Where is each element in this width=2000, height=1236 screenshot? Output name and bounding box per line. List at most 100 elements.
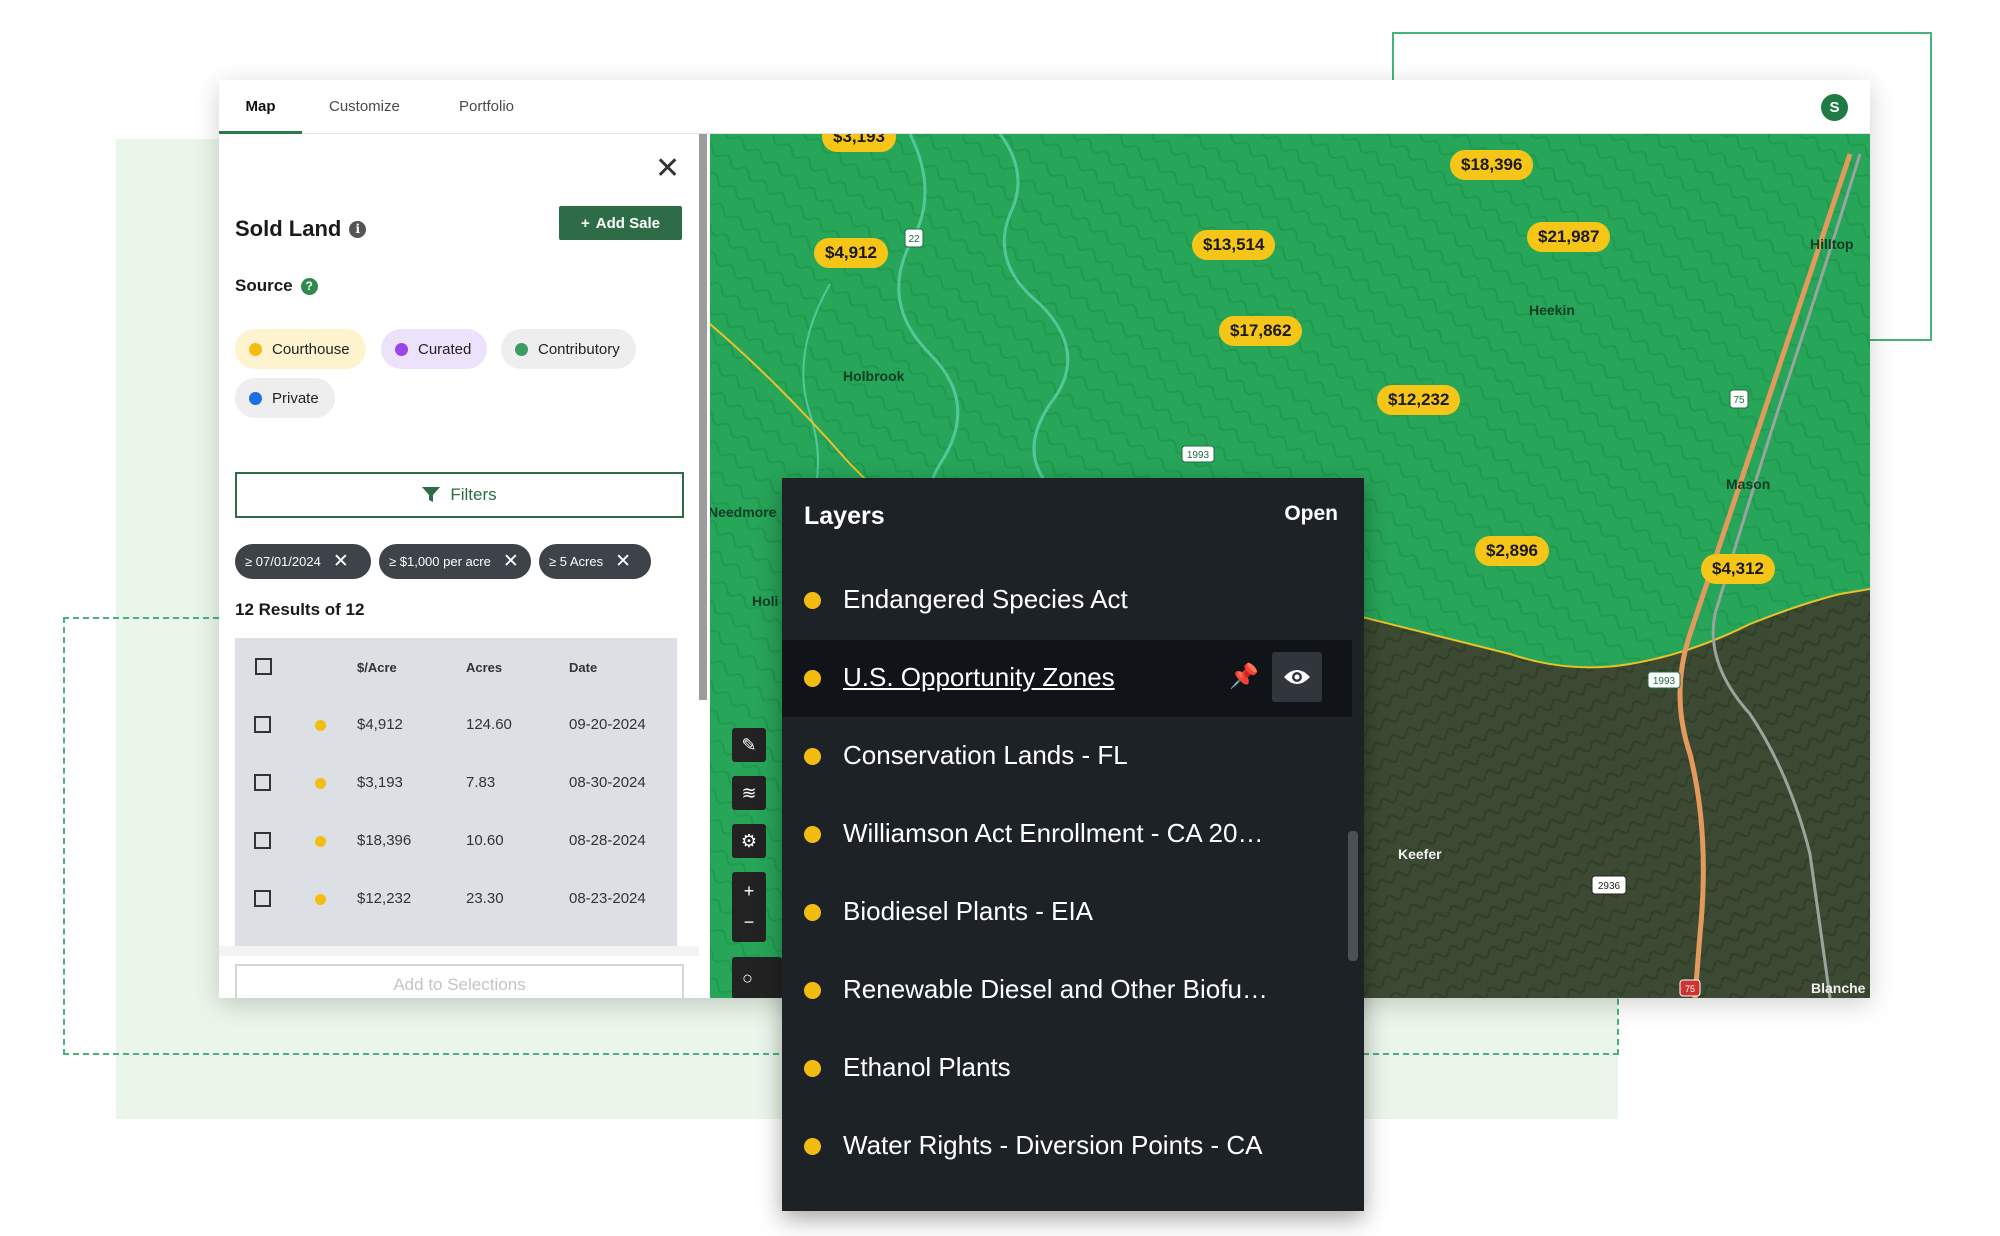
place-label: Mason [1726,476,1771,492]
layer-item[interactable]: Biodiesel Plants - EIA [782,874,1352,951]
acres-cell: 124.60 [466,716,512,733]
remove-filter-icon[interactable]: ✕ [333,552,349,571]
results-count: 12 Results of 12 [235,600,365,619]
road-label: 1993 [1187,450,1210,461]
pin-icon[interactable]: 📌 [1229,662,1259,691]
zoom-in-icon[interactable]: + [744,881,755,902]
layer-dot-icon [804,1138,821,1155]
layer-dot-icon [804,1060,821,1077]
price-marker[interactable]: $21,987 [1527,222,1611,252]
place-label: Heekin [1529,302,1575,318]
price-marker[interactable]: $4,312 [1701,554,1775,584]
layer-label: Renewable Diesel and Other Biofu… [843,974,1268,1004]
filter-tag-acres[interactable]: ≥ 5 Acres ✕ [539,544,651,579]
layers-open-button[interactable]: Open [1284,502,1338,526]
sales-table: $/Acre Acres Date $4,912 124.60 09-20-20… [235,638,677,950]
price-marker[interactable]: $3,193 [822,134,896,152]
source-chip-curated[interactable]: Curated [381,329,488,369]
sold-land-panel: ✕ Sold Land i + Add Sale Source ? Courth… [219,134,699,998]
ruler-icon[interactable]: ✎ [732,728,766,762]
price-marker[interactable]: $12,232 [1377,385,1461,415]
help-icon[interactable]: ? [300,277,318,295]
road-label: 75 [1685,984,1695,994]
radio-toggle-icon[interactable]: ○ [732,957,782,998]
filters-button[interactable]: Filters [235,472,684,518]
add-sale-button[interactable]: + Add Sale [559,206,682,240]
filter-tag-date[interactable]: ≥ 07/01/2024 ✕ [235,544,371,579]
price-marker[interactable]: $13,514 [1192,230,1276,260]
column-header: $/Acre [357,660,397,675]
select-all-checkbox[interactable] [255,658,272,675]
contributory-dot-icon [515,342,528,356]
gear-icon[interactable]: ⚙ [732,824,766,858]
road-label: 22 [908,234,920,245]
source-heading: Source ? [235,276,318,296]
avatar[interactable]: S [1821,94,1848,121]
row-checkbox[interactable] [254,716,271,733]
info-icon[interactable]: i [349,220,367,238]
tab-map[interactable]: Map [219,80,302,134]
remove-filter-icon[interactable]: ✕ [503,552,519,571]
layer-dot-icon [804,670,821,687]
panel-scrollbar[interactable] [699,134,707,700]
layer-item[interactable]: Endangered Species Act [782,562,1352,639]
row-checkbox[interactable] [254,832,271,849]
zoom-control: + − [732,872,766,942]
plus-icon: + [581,214,590,232]
source-chip-courthouse[interactable]: Courthouse [235,329,366,369]
add-to-selections-button[interactable]: Add to Selections [235,964,684,998]
price-marker[interactable]: $2,896 [1475,536,1549,566]
layers-icon[interactable]: ≋ [732,776,766,810]
price-cell: $18,396 [357,832,412,849]
panel-title: Sold Land [235,216,342,241]
price-marker[interactable]: $17,862 [1219,316,1303,346]
place-label: Holi [752,593,779,609]
price-marker[interactable]: $4,912 [814,238,888,268]
filter-tag-label: ≥ $1,000 per acre [389,554,491,569]
layer-item[interactable]: Williamson Act Enrollment - CA 20… [782,796,1352,873]
source-chip-private[interactable]: Private [235,378,335,418]
table-header: $/Acre Acres Date [235,638,677,696]
place-label: Needmore [710,504,777,520]
layer-item[interactable]: Ethanol Plants [782,1030,1352,1107]
date-cell: 08-28-2024 [569,832,646,849]
remove-filter-icon[interactable]: ✕ [615,552,631,571]
close-icon[interactable]: ✕ [655,154,680,184]
table-row[interactable]: $12,232 23.30 08-23-2024 [235,870,677,928]
layer-item-highlighted[interactable]: U.S. Opportunity Zones 📌 [782,640,1352,717]
row-checkbox[interactable] [254,890,271,907]
filter-icon [422,487,441,502]
filter-tag-label: ≥ 5 Acres [549,554,604,569]
layers-scrollbar[interactable] [1348,831,1358,961]
layer-item[interactable]: Water Rights - Diversion Points - CA [782,1108,1352,1185]
top-nav: Map Customize Portfolio S [219,80,1870,134]
layers-title: Layers [804,502,885,530]
date-cell: 08-23-2024 [569,890,646,907]
tab-portfolio[interactable]: Portfolio [459,80,514,134]
price-cell: $12,232 [357,890,412,907]
column-header: Date [569,660,598,675]
table-row[interactable]: $4,912 124.60 09-20-2024 [235,696,677,754]
layer-item[interactable]: Renewable Diesel and Other Biofu… [782,952,1352,1029]
price-marker[interactable]: $18,396 [1450,150,1534,180]
tab-customize[interactable]: Customize [329,80,400,134]
eye-icon[interactable] [1272,652,1322,702]
filter-tag-price[interactable]: ≥ $1,000 per acre ✕ [379,544,531,579]
zoom-out-icon[interactable]: − [744,912,755,933]
layer-item[interactable]: Conservation Lands - FL [782,718,1352,795]
courthouse-dot-icon [315,836,326,847]
chip-label: Contributory [538,340,620,358]
row-checkbox[interactable] [254,774,271,791]
place-label: Blanche [1811,980,1866,996]
road-label: 2936 [1598,881,1621,892]
curated-dot-icon [395,342,408,356]
filter-tag-label: ≥ 07/01/2024 [245,554,321,569]
private-dot-icon [249,391,262,405]
courthouse-dot-icon [315,778,326,789]
table-row[interactable]: $3,193 7.83 08-30-2024 [235,754,677,812]
table-row[interactable]: $18,396 10.60 08-28-2024 [235,812,677,870]
filters-label: Filters [450,485,497,504]
acres-cell: 23.30 [466,890,504,907]
source-chip-contributory[interactable]: Contributory [501,329,636,369]
road-label: 75 [1733,395,1745,406]
